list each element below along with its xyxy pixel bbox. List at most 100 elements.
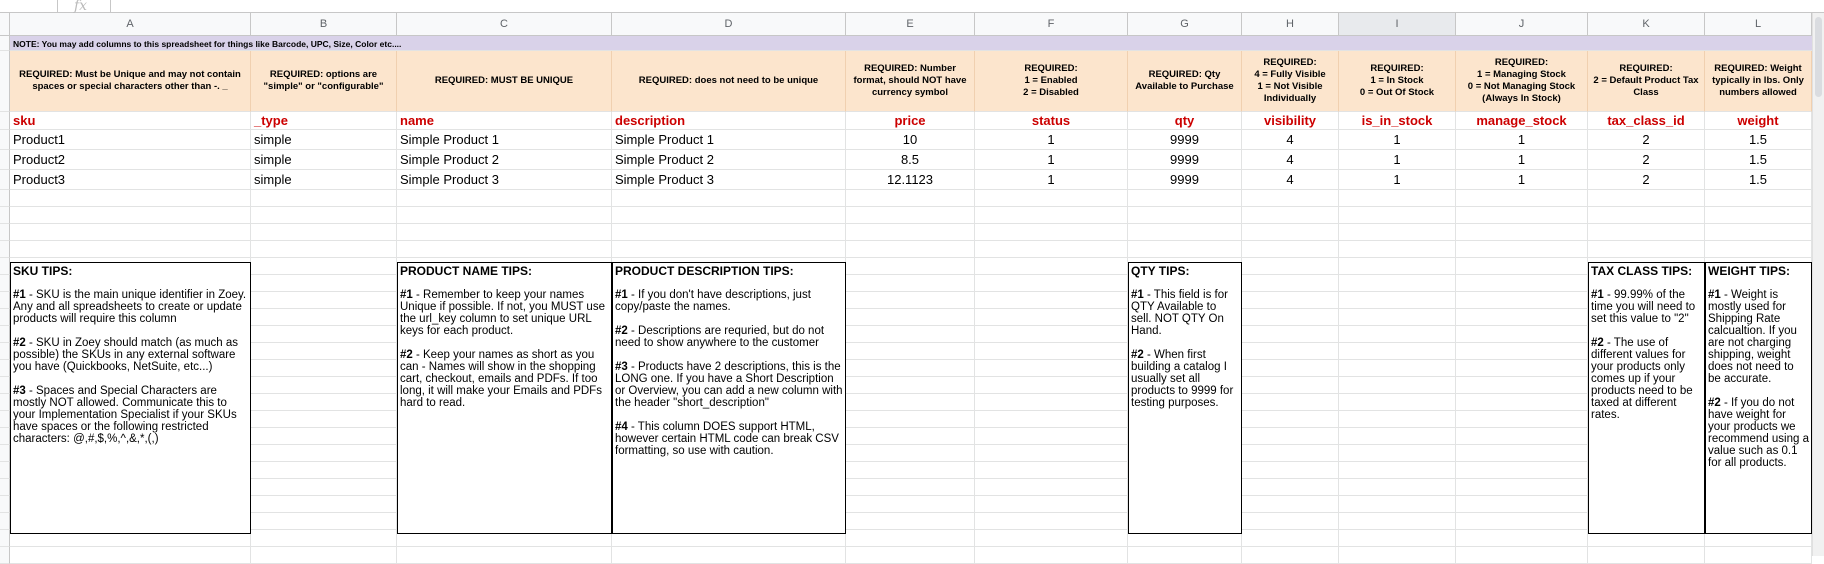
empty-cell[interactable] bbox=[1456, 496, 1588, 513]
empty-cell[interactable] bbox=[975, 224, 1128, 241]
field-header--type[interactable]: _type bbox=[251, 112, 397, 130]
empty-cell[interactable] bbox=[1242, 275, 1339, 292]
requirement-cell-d[interactable]: REQUIRED: does not need to be unique bbox=[612, 51, 846, 112]
row-header[interactable] bbox=[0, 326, 10, 343]
empty-cell[interactable] bbox=[1456, 530, 1588, 547]
empty-cell[interactable] bbox=[1456, 292, 1588, 309]
empty-cell[interactable] bbox=[1456, 258, 1588, 275]
row-header[interactable] bbox=[0, 530, 10, 547]
empty-cell[interactable] bbox=[251, 462, 397, 479]
table-cell[interactable]: simple bbox=[251, 130, 397, 150]
column-header-j[interactable]: J bbox=[1456, 13, 1588, 36]
column-header-i[interactable]: I bbox=[1339, 13, 1456, 36]
empty-cell[interactable] bbox=[1242, 428, 1339, 445]
requirement-cell-c[interactable]: REQUIRED: MUST BE UNIQUE bbox=[397, 51, 612, 112]
empty-cell[interactable] bbox=[1242, 377, 1339, 394]
row-header[interactable] bbox=[0, 130, 10, 150]
empty-cell[interactable] bbox=[251, 190, 397, 207]
empty-cell[interactable] bbox=[1128, 241, 1242, 258]
table-cell[interactable]: Simple Product 1 bbox=[397, 130, 612, 150]
empty-cell[interactable] bbox=[1456, 377, 1588, 394]
row-header[interactable] bbox=[0, 479, 10, 496]
empty-cell[interactable] bbox=[975, 343, 1128, 360]
empty-cell[interactable] bbox=[251, 428, 397, 445]
empty-cell[interactable] bbox=[846, 479, 975, 496]
empty-cell[interactable] bbox=[1242, 479, 1339, 496]
empty-cell[interactable] bbox=[975, 309, 1128, 326]
empty-cell[interactable] bbox=[1456, 309, 1588, 326]
empty-cell[interactable] bbox=[1242, 241, 1339, 258]
requirement-cell-h[interactable]: REQUIRED: 4 = Fully Visible 1 = Not Visi… bbox=[1242, 51, 1339, 112]
empty-cell[interactable] bbox=[10, 207, 251, 224]
row-header[interactable] bbox=[0, 445, 10, 462]
empty-cell[interactable] bbox=[1339, 428, 1456, 445]
empty-cell[interactable] bbox=[1339, 258, 1456, 275]
empty-cell[interactable] bbox=[1705, 207, 1812, 224]
empty-cell[interactable] bbox=[1242, 445, 1339, 462]
row-header[interactable] bbox=[0, 428, 10, 445]
requirement-cell-e[interactable]: REQUIRED: Number format, should NOT have… bbox=[846, 51, 975, 112]
vertical-scrollbar[interactable] bbox=[1812, 13, 1824, 556]
column-header-h[interactable]: H bbox=[1242, 13, 1339, 36]
empty-cell[interactable] bbox=[846, 428, 975, 445]
column-header-b[interactable]: B bbox=[251, 13, 397, 36]
table-cell[interactable]: simple bbox=[251, 150, 397, 170]
row-header[interactable] bbox=[0, 241, 10, 258]
empty-cell[interactable] bbox=[1242, 190, 1339, 207]
empty-cell[interactable] bbox=[251, 496, 397, 513]
empty-cell[interactable] bbox=[251, 445, 397, 462]
empty-cell[interactable] bbox=[1456, 190, 1588, 207]
empty-cell[interactable] bbox=[846, 343, 975, 360]
empty-cell[interactable] bbox=[975, 411, 1128, 428]
empty-cell[interactable] bbox=[846, 360, 975, 377]
empty-cell[interactable] bbox=[846, 326, 975, 343]
requirement-cell-g[interactable]: REQUIRED: Qty Available to Purchase bbox=[1128, 51, 1242, 112]
empty-cell[interactable] bbox=[397, 241, 612, 258]
table-cell[interactable]: 1 bbox=[975, 150, 1128, 170]
empty-cell[interactable] bbox=[251, 479, 397, 496]
row-header[interactable] bbox=[0, 190, 10, 207]
empty-cell[interactable] bbox=[1339, 275, 1456, 292]
empty-cell[interactable] bbox=[975, 377, 1128, 394]
empty-cell[interactable] bbox=[1242, 360, 1339, 377]
empty-cell[interactable] bbox=[975, 445, 1128, 462]
empty-cell[interactable] bbox=[251, 326, 397, 343]
field-header-qty[interactable]: qty bbox=[1128, 112, 1242, 130]
field-header-description[interactable]: description bbox=[612, 112, 846, 130]
empty-cell[interactable] bbox=[251, 513, 397, 530]
empty-cell[interactable] bbox=[1339, 360, 1456, 377]
empty-cell[interactable] bbox=[251, 292, 397, 309]
field-header-status[interactable]: status bbox=[975, 112, 1128, 130]
empty-cell[interactable] bbox=[975, 394, 1128, 411]
column-header-c[interactable]: C bbox=[397, 13, 612, 36]
empty-cell[interactable] bbox=[1242, 292, 1339, 309]
empty-cell[interactable] bbox=[975, 207, 1128, 224]
field-header-visibility[interactable]: visibility bbox=[1242, 112, 1339, 130]
table-cell[interactable]: 4 bbox=[1242, 170, 1339, 190]
empty-cell[interactable] bbox=[10, 190, 251, 207]
row-header[interactable] bbox=[0, 462, 10, 479]
empty-cell[interactable] bbox=[1128, 190, 1242, 207]
column-header-l[interactable]: L bbox=[1705, 13, 1812, 36]
empty-cell[interactable] bbox=[1456, 445, 1588, 462]
table-cell[interactable]: Product1 bbox=[10, 130, 251, 150]
empty-cell[interactable] bbox=[1242, 411, 1339, 428]
empty-cell[interactable] bbox=[846, 292, 975, 309]
empty-cell[interactable] bbox=[251, 241, 397, 258]
empty-cell[interactable] bbox=[1339, 309, 1456, 326]
table-cell[interactable]: simple bbox=[251, 170, 397, 190]
table-cell[interactable]: Simple Product 2 bbox=[397, 150, 612, 170]
row-header[interactable] bbox=[0, 513, 10, 530]
empty-cell[interactable] bbox=[251, 343, 397, 360]
empty-cell[interactable] bbox=[846, 275, 975, 292]
table-cell[interactable]: 1 bbox=[1339, 130, 1456, 150]
empty-cell[interactable] bbox=[1456, 224, 1588, 241]
empty-cell[interactable] bbox=[975, 275, 1128, 292]
requirement-cell-l[interactable]: REQUIRED: Weight typically in lbs. Only … bbox=[1705, 51, 1812, 112]
column-header-k[interactable]: K bbox=[1588, 13, 1705, 36]
requirement-cell-k[interactable]: REQUIRED: 2 = Default Product Tax Class bbox=[1588, 51, 1705, 112]
scrollbar-thumb[interactable] bbox=[1815, 17, 1822, 97]
table-cell[interactable]: 1.5 bbox=[1705, 170, 1812, 190]
table-cell[interactable]: 1 bbox=[1456, 170, 1588, 190]
empty-cell[interactable] bbox=[1339, 496, 1456, 513]
